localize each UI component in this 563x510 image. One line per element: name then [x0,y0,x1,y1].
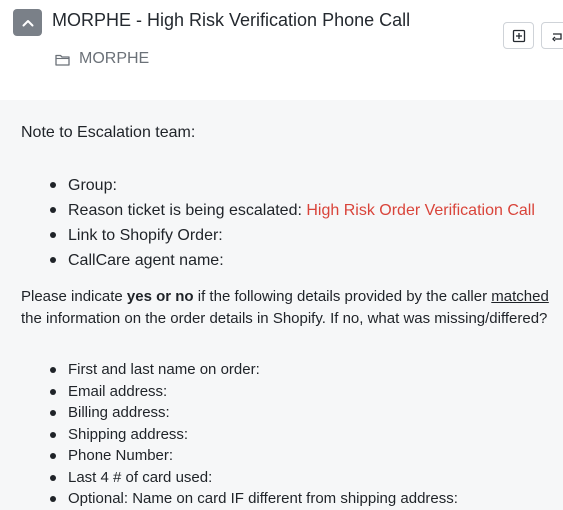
folder-label: MORPHE [79,50,150,67]
list-item: Reason ticket is being escalated: High R… [48,198,535,223]
list-item: Last 4 # of card used: [48,467,458,489]
list-item: CallCare agent name: [48,248,535,273]
list-item: Link to Shopify Order: [48,223,535,248]
page-title: MORPHE - High Risk Verification Phone Ca… [52,10,411,30]
list-item: Billing address: [48,402,458,424]
escalation-reason: High Risk Order Verification Call [306,202,535,219]
article-header: MORPHE - High Risk Verification Phone Ca… [0,0,563,100]
instructions-paragraph: Please indicate yes or no if the followi… [21,288,549,327]
list-item: Shipping address: [48,424,458,446]
reply-button[interactable] [541,22,563,49]
verification-details-list: First and last name on order: Email addr… [48,359,458,510]
collapse-button[interactable] [13,9,42,36]
add-square-icon [512,29,525,42]
add-button[interactable] [503,22,534,49]
folder-breadcrumb[interactable]: MORPHE [55,50,149,68]
list-item: Email address: [48,381,458,403]
list-item: First and last name on order: [48,359,458,381]
reply-icon [551,32,562,41]
note-heading: Note to Escalation team: [21,124,196,141]
list-item: Phone Number: [48,445,458,467]
list-item: Optional: Name on card IF different from… [48,488,458,510]
list-item: Group: [48,173,535,198]
folder-icon [55,54,70,66]
escalation-list: Group: Reason ticket is being escalated:… [48,173,535,273]
chevron-up-icon [22,19,33,26]
